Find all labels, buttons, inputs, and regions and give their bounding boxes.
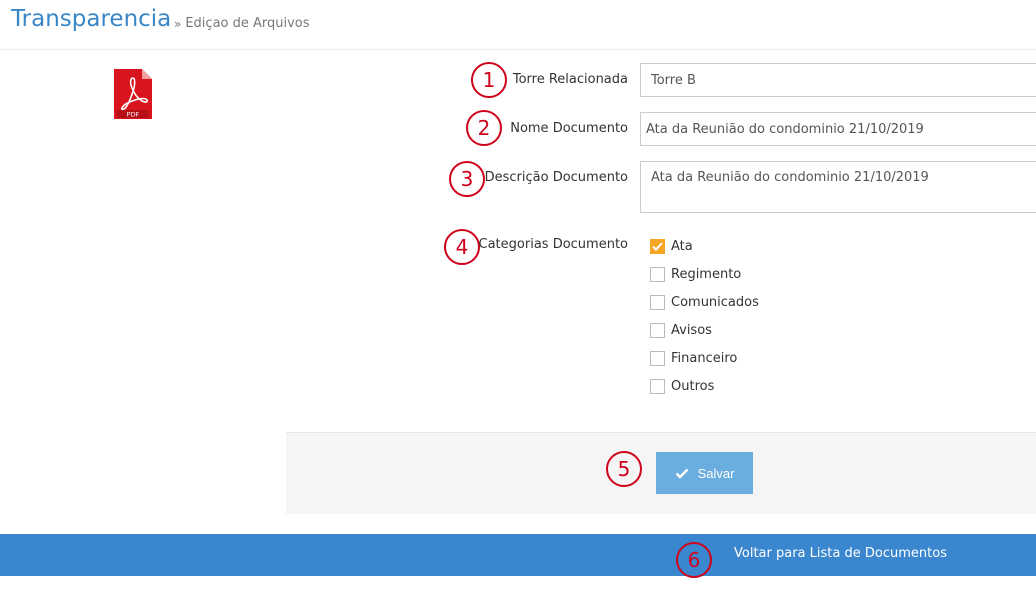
category-option-ata[interactable]: Ata bbox=[650, 236, 693, 256]
category-option-avisos[interactable]: Avisos bbox=[650, 320, 712, 340]
step-marker-3: 3 bbox=[449, 161, 485, 197]
descricao-textarea[interactable]: Ata da Reunião do condominio 21/10/2019 bbox=[640, 161, 1036, 213]
back-to-list-link[interactable]: Voltar para Lista de Documentos bbox=[734, 546, 947, 561]
nome-input[interactable]: Ata da Reunião do condominio 21/10/2019 bbox=[640, 112, 1036, 146]
torre-value: Torre B bbox=[651, 72, 696, 88]
check-icon bbox=[675, 468, 688, 479]
category-option-regimento[interactable]: Regimento bbox=[650, 264, 741, 284]
categorias-label: Categorias Documento bbox=[478, 237, 628, 252]
category-option-comunicados[interactable]: Comunicados bbox=[650, 292, 759, 312]
page-header: Transparencia » Ediçao de Arquivos bbox=[0, 0, 1036, 50]
chevron-right-icon: » bbox=[174, 16, 182, 31]
category-label: Comunicados bbox=[671, 294, 759, 310]
torre-label: Torre Relacionada bbox=[512, 72, 628, 87]
descricao-value: Ata da Reunião do condominio 21/10/2019 bbox=[651, 170, 929, 185]
category-label: Avisos bbox=[671, 322, 712, 338]
category-label: Financeiro bbox=[671, 350, 738, 366]
category-label: Regimento bbox=[671, 266, 742, 282]
step-marker-1: 1 bbox=[471, 62, 507, 98]
step-marker-2: 2 bbox=[466, 110, 502, 146]
step-marker-5: 5 bbox=[606, 451, 642, 487]
category-option-outros[interactable]: Outros bbox=[650, 376, 714, 396]
save-button-label: Salvar bbox=[697, 465, 735, 481]
save-button[interactable]: Salvar bbox=[656, 452, 753, 494]
nome-label: Nome Documento bbox=[510, 121, 628, 136]
checkbox-icon[interactable] bbox=[650, 350, 665, 366]
descricao-label: Descrição Documento bbox=[484, 170, 628, 185]
category-option-financeiro[interactable]: Financeiro bbox=[650, 348, 737, 368]
checkbox-icon[interactable] bbox=[650, 378, 665, 394]
category-label: Outros bbox=[671, 378, 715, 394]
checkbox-icon[interactable] bbox=[650, 322, 665, 338]
pdf-icon: PDF bbox=[114, 69, 152, 119]
pdf-icon-label: PDF bbox=[127, 111, 140, 119]
breadcrumb: » Ediçao de Arquivos bbox=[174, 16, 310, 31]
step-marker-4: 4 bbox=[444, 229, 480, 265]
page-title: Transparencia bbox=[11, 6, 172, 32]
checkbox-icon[interactable] bbox=[650, 266, 665, 282]
checkbox-checked-icon[interactable] bbox=[650, 238, 665, 254]
category-label: Ata bbox=[671, 238, 693, 254]
step-marker-6: 6 bbox=[676, 542, 712, 578]
torre-select[interactable]: Torre B bbox=[640, 63, 1036, 97]
breadcrumb-current: Ediçao de Arquivos bbox=[185, 16, 310, 31]
checkbox-icon[interactable] bbox=[650, 294, 665, 310]
nome-value: Ata da Reunião do condominio 21/10/2019 bbox=[646, 121, 924, 137]
